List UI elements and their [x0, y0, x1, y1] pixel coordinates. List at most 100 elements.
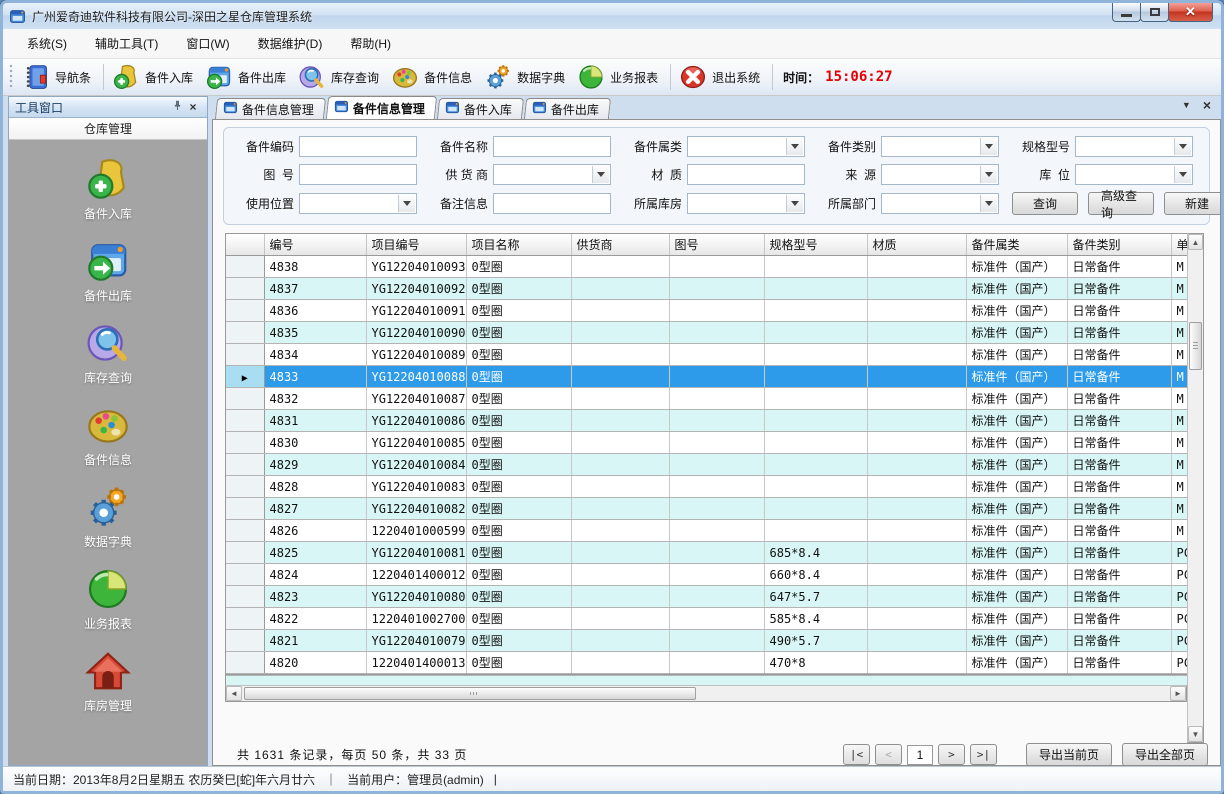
- table-cell[interactable]: M: [1171, 432, 1187, 454]
- toolbar-button-parts-outbound[interactable]: 备件出库: [201, 61, 294, 93]
- column-header-单位[interactable]: 单位: [1171, 234, 1187, 256]
- table-cell[interactable]: [867, 432, 966, 454]
- table-cell[interactable]: [669, 256, 764, 278]
- input-备注信息[interactable]: [493, 193, 611, 214]
- table-cell[interactable]: 685*8.4: [764, 542, 867, 564]
- tab-3[interactable]: 备件入库: [437, 98, 524, 119]
- table-cell[interactable]: M: [1171, 520, 1187, 542]
- first-page-button[interactable]: |<: [843, 744, 870, 765]
- table-cell[interactable]: 1220401000599: [366, 520, 466, 542]
- table-cell[interactable]: 4838: [264, 256, 366, 278]
- column-header-项目名称[interactable]: 项目名称: [466, 234, 571, 256]
- table-cell[interactable]: 标准件（国产）: [966, 454, 1067, 476]
- table-row[interactable]: 482412204014000120型圈660*8.4标准件（国产）日常备件PC: [226, 564, 1187, 586]
- table-cell[interactable]: [571, 520, 669, 542]
- table-cell[interactable]: M: [1171, 366, 1187, 388]
- table-cell[interactable]: 0型圈: [466, 432, 571, 454]
- table-cell[interactable]: [669, 388, 764, 410]
- table-cell[interactable]: 0型圈: [466, 366, 571, 388]
- next-page-button[interactable]: >: [938, 744, 965, 765]
- table-row[interactable]: 4834YG122040100890型圈标准件（国产）日常备件M: [226, 344, 1187, 366]
- table-row[interactable]: 4827YG122040100820型圈标准件（国产）日常备件M: [226, 498, 1187, 520]
- row-selector-cell[interactable]: [226, 542, 264, 564]
- table-row[interactable]: 4829YG122040100840型圈标准件（国产）日常备件M: [226, 454, 1187, 476]
- row-selector-cell[interactable]: [226, 388, 264, 410]
- toolbar-button-parts-info[interactable]: 备件信息: [387, 61, 480, 93]
- table-row[interactable]: 4837YG122040100920型圈标准件（国产）日常备件M: [226, 278, 1187, 300]
- title-bar[interactable]: 广州爱奇迪软件科技有限公司-深田之星仓库管理系统 ✕: [3, 3, 1221, 29]
- table-cell[interactable]: 日常备件: [1067, 586, 1171, 608]
- table-cell[interactable]: 4837: [264, 278, 366, 300]
- table-cell[interactable]: M: [1171, 300, 1187, 322]
- select-备件类别[interactable]: [881, 136, 999, 157]
- table-cell[interactable]: 日常备件: [1067, 564, 1171, 586]
- table-cell[interactable]: 日常备件: [1067, 366, 1171, 388]
- table-cell[interactable]: M: [1171, 388, 1187, 410]
- table-cell[interactable]: 4824: [264, 564, 366, 586]
- table-cell[interactable]: [669, 520, 764, 542]
- row-selector-cell[interactable]: [226, 608, 264, 630]
- table-cell[interactable]: PC: [1171, 630, 1187, 652]
- table-cell[interactable]: 0型圈: [466, 410, 571, 432]
- table-cell[interactable]: [571, 652, 669, 674]
- sidebar-item-data-dictionary[interactable]: 数据字典: [9, 484, 207, 550]
- table-cell[interactable]: [867, 498, 966, 520]
- table-cell[interactable]: [571, 388, 669, 410]
- table-cell[interactable]: 0型圈: [466, 652, 571, 674]
- table-cell[interactable]: M: [1171, 256, 1187, 278]
- table-cell[interactable]: 470*8: [764, 652, 867, 674]
- table-cell[interactable]: 4831: [264, 410, 366, 432]
- table-cell[interactable]: [571, 256, 669, 278]
- table-cell[interactable]: 日常备件: [1067, 300, 1171, 322]
- table-cell[interactable]: 标准件（国产）: [966, 410, 1067, 432]
- table-cell[interactable]: 日常备件: [1067, 608, 1171, 630]
- advanced-query-button[interactable]: 高级查询: [1088, 192, 1154, 215]
- table-cell[interactable]: PC: [1171, 542, 1187, 564]
- table-cell[interactable]: 日常备件: [1067, 520, 1171, 542]
- table-cell[interactable]: 0型圈: [466, 256, 571, 278]
- table-row[interactable]: 4831YG122040100860型圈标准件（国产）日常备件M: [226, 410, 1187, 432]
- table-row[interactable]: 4830YG122040100850型圈标准件（国产）日常备件M: [226, 432, 1187, 454]
- table-cell[interactable]: [867, 410, 966, 432]
- sidebar-item-business-report[interactable]: 业务报表: [9, 566, 207, 632]
- table-cell[interactable]: [867, 278, 966, 300]
- table-cell[interactable]: 0型圈: [466, 300, 571, 322]
- table-cell[interactable]: YG12204010088: [366, 366, 466, 388]
- table-cell[interactable]: [867, 564, 966, 586]
- table-cell[interactable]: [764, 454, 867, 476]
- column-header-图号[interactable]: 图号: [669, 234, 764, 256]
- row-selector-cell[interactable]: [226, 454, 264, 476]
- table-cell[interactable]: 0型圈: [466, 344, 571, 366]
- toolbar-button-navbar-book[interactable]: 导航条: [18, 61, 99, 93]
- chevron-down-icon[interactable]: [980, 138, 997, 155]
- column-header-备件类别[interactable]: 备件类别: [1067, 234, 1171, 256]
- toolbar-button-inventory-search[interactable]: 库存查询: [294, 61, 387, 93]
- table-cell[interactable]: 1220401400013: [366, 652, 466, 674]
- table-cell[interactable]: [867, 366, 966, 388]
- column-header-编号[interactable]: 编号: [264, 234, 366, 256]
- table-cell[interactable]: [867, 344, 966, 366]
- input-备件名称[interactable]: [493, 136, 611, 157]
- query-button[interactable]: 查询: [1012, 192, 1078, 215]
- table-cell[interactable]: PC: [1171, 652, 1187, 674]
- table-cell[interactable]: 标准件（国产）: [966, 608, 1067, 630]
- table-cell[interactable]: [571, 476, 669, 498]
- table-cell[interactable]: 4833: [264, 366, 366, 388]
- table-cell[interactable]: 标准件（国产）: [966, 344, 1067, 366]
- table-row[interactable]: 4838YG122040100930型圈标准件（国产）日常备件M: [226, 256, 1187, 278]
- table-cell[interactable]: 647*5.7: [764, 586, 867, 608]
- table-cell[interactable]: 4823: [264, 586, 366, 608]
- table-cell[interactable]: [669, 278, 764, 300]
- export-current-page-button[interactable]: 导出当前页: [1026, 743, 1112, 766]
- table-row[interactable]: 4835YG122040100900型圈标准件（国产）日常备件M: [226, 322, 1187, 344]
- table-cell[interactable]: [669, 476, 764, 498]
- table-cell[interactable]: 0型圈: [466, 586, 571, 608]
- new-button[interactable]: 新建: [1164, 192, 1221, 215]
- table-cell[interactable]: 0型圈: [466, 388, 571, 410]
- table-cell[interactable]: 标准件（国产）: [966, 476, 1067, 498]
- table-cell[interactable]: [764, 344, 867, 366]
- horizontal-scroll-thumb[interactable]: [244, 687, 696, 700]
- table-cell[interactable]: [571, 564, 669, 586]
- tab-dropdown-icon[interactable]: ▼: [1182, 100, 1191, 111]
- table-cell[interactable]: [867, 454, 966, 476]
